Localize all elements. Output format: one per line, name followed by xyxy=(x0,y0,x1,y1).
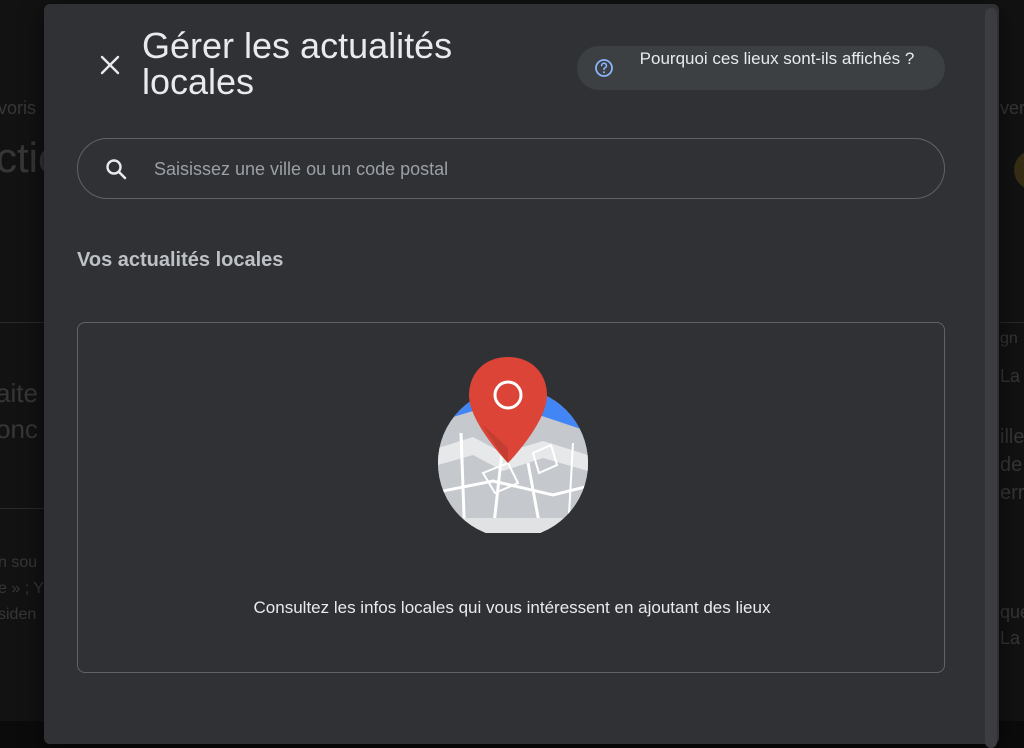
search-input[interactable] xyxy=(154,153,914,185)
background-text: que xyxy=(1000,602,1024,622)
empty-state-text: Consultez les infos locales qui vous int… xyxy=(253,598,771,617)
map-pin-illustration xyxy=(438,357,588,533)
avatar xyxy=(1014,150,1024,190)
background-text: onc xyxy=(0,414,38,444)
close-icon xyxy=(100,55,120,75)
background-text: erre xyxy=(1000,482,1024,504)
why-places-button-label: Pourquoi ces lieux sont-ils affichés ? xyxy=(639,49,915,68)
close-button[interactable] xyxy=(96,51,124,79)
background-divider xyxy=(0,322,44,323)
help-circle-icon xyxy=(595,59,613,77)
background-divider xyxy=(0,508,44,509)
background-text: La xyxy=(1000,366,1021,386)
background-text: ille xyxy=(1000,426,1024,448)
empty-state-card: Consultez les infos locales qui vous int… xyxy=(77,322,945,673)
background-text: siden xyxy=(0,606,37,623)
background-text: de xyxy=(1000,454,1023,476)
location-search[interactable] xyxy=(77,138,945,199)
background-text: La xyxy=(1000,628,1021,648)
background-text: aite xyxy=(0,378,38,408)
background-text: gn xyxy=(1000,330,1018,347)
background-text: vers xyxy=(1000,98,1024,118)
dialog-title: Gérer les actualités locales xyxy=(142,25,453,102)
background-text: n sou xyxy=(0,554,38,571)
scrollbar[interactable] xyxy=(985,8,997,748)
manage-local-news-dialog: Gérer les actualités locales Pourquoi ce… xyxy=(44,4,999,744)
why-places-button[interactable]: Pourquoi ces lieux sont-ils affichés ? xyxy=(577,46,945,90)
background-text: voris xyxy=(0,98,37,118)
background-text: e » ; Y xyxy=(0,580,44,597)
section-title: Vos actualités locales xyxy=(77,249,284,271)
search-icon xyxy=(106,159,127,180)
background-divider xyxy=(1000,322,1024,323)
